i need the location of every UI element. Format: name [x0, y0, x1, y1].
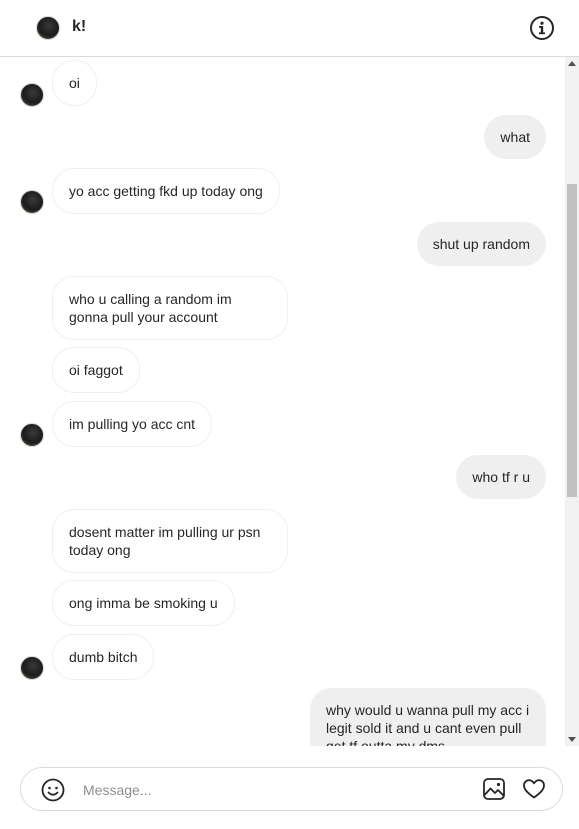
incoming-message[interactable]: who u calling a random im gonna pull you…	[52, 276, 288, 340]
scrollbar[interactable]	[565, 57, 579, 746]
message-composer	[20, 767, 563, 811]
outgoing-message[interactable]: who tf r u	[456, 455, 546, 499]
sender-avatar[interactable]	[20, 423, 44, 447]
sender-avatar[interactable]	[20, 83, 44, 107]
info-icon[interactable]	[529, 15, 555, 41]
scrollbar-thumb[interactable]	[567, 184, 577, 497]
outgoing-message[interactable]: what	[484, 115, 546, 159]
incoming-message[interactable]: ong imma be smoking u	[52, 580, 235, 626]
chat-header: k!	[0, 0, 579, 57]
incoming-message[interactable]: im pulling yo acc cnt	[52, 401, 213, 447]
message-input[interactable]	[81, 778, 465, 802]
scroll-down-arrow[interactable]	[568, 737, 576, 742]
scroll-up-arrow[interactable]	[568, 61, 576, 66]
chat-username[interactable]: k!	[72, 18, 86, 36]
incoming-message[interactable]: dumb bitch	[52, 634, 155, 680]
incoming-message[interactable]: yo acc getting fkd up today ong	[52, 168, 280, 214]
incoming-message[interactable]: oi	[52, 60, 97, 106]
incoming-message[interactable]: dosent matter im pulling ur psn today on…	[52, 509, 288, 573]
image-icon[interactable]	[482, 777, 506, 801]
incoming-message[interactable]: oi faggot	[52, 347, 140, 393]
outgoing-message[interactable]: shut up random	[416, 222, 546, 266]
outgoing-message[interactable]: why would u wanna pull my acc i legit so…	[310, 688, 546, 746]
emoji-icon[interactable]	[41, 778, 65, 802]
sender-avatar[interactable]	[20, 656, 44, 680]
avatar[interactable]	[36, 16, 60, 40]
message-thread[interactable]: oi what yo acc getting fkd up today ong …	[0, 57, 565, 746]
heart-icon[interactable]	[522, 777, 546, 801]
sender-avatar[interactable]	[20, 190, 44, 214]
